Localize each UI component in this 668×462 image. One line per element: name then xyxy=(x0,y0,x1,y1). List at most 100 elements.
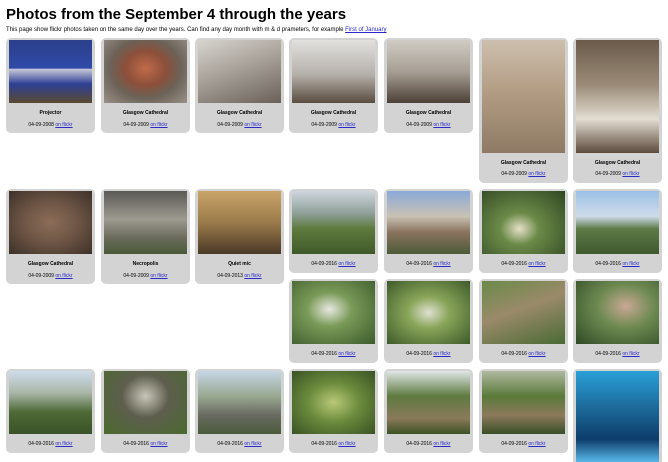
flickr-link[interactable]: on flickr xyxy=(433,441,450,447)
photo-title: Glasgow Cathedral xyxy=(310,110,357,116)
photo-meta: 04-09-2016 on flickr xyxy=(573,261,662,267)
photo-date: 04-09-2013 xyxy=(217,273,243,279)
photo-image[interactable] xyxy=(9,191,92,254)
first-of-january-link[interactable]: First of January xyxy=(345,27,386,33)
flickr-link[interactable]: on flickr xyxy=(244,441,261,447)
photo-meta: 04-09-2016 on flickr xyxy=(479,351,568,357)
photo-date: 04-09-2016 xyxy=(311,441,337,447)
photo-meta: 04-09-2016 on flickr xyxy=(384,441,473,447)
photo-card: 04-09-2016 on flickr xyxy=(289,189,378,273)
photo-meta: 04-09-2016 on flickr xyxy=(289,261,378,267)
photo-image[interactable] xyxy=(104,191,187,254)
photo-card: Glasgow Cathedral 04-09-2009 on flickr xyxy=(195,38,284,133)
flickr-link[interactable]: on flickr xyxy=(55,273,72,279)
flickr-link[interactable]: on flickr xyxy=(528,441,545,447)
photo-date: 04-09-2016 xyxy=(28,441,54,447)
flickr-link[interactable]: on flickr xyxy=(55,122,72,128)
flickr-link[interactable]: on flickr xyxy=(528,171,545,177)
photo-meta: 04-09-2016 on flickr xyxy=(289,441,378,447)
photo-image[interactable] xyxy=(576,191,659,254)
flickr-link[interactable]: on flickr xyxy=(622,261,639,267)
photo-image[interactable] xyxy=(198,40,281,103)
photo-card: 04-09-2016 on flickr xyxy=(479,279,568,363)
photo-image[interactable] xyxy=(387,281,470,344)
photo-image[interactable] xyxy=(292,281,375,344)
photo-image[interactable] xyxy=(482,371,565,434)
photo-date: 04-09-2009 xyxy=(406,122,432,128)
photo-image[interactable] xyxy=(292,191,375,254)
photo-image[interactable] xyxy=(387,191,470,254)
photo-card: Projector 04-09-2008 on flickr xyxy=(6,38,95,133)
flickr-link[interactable]: on flickr xyxy=(244,122,261,128)
flickr-link[interactable]: on flickr xyxy=(528,261,545,267)
flickr-link[interactable]: on flickr xyxy=(338,351,355,357)
photo-card: 04-09-2016 on flickr xyxy=(384,279,473,363)
photo-card: Glasgow Cathedral 04-09-2009 on flickr xyxy=(384,38,473,133)
photo-card: Glasgow Cathedral 04-09-2009 on flickr xyxy=(289,38,378,133)
flickr-link[interactable]: on flickr xyxy=(150,441,167,447)
flickr-link[interactable]: on flickr xyxy=(244,273,261,279)
flickr-link[interactable]: on flickr xyxy=(622,171,639,177)
photo-title: Projector xyxy=(39,110,62,116)
photo-meta: 04-09-2016 on flickr xyxy=(101,441,190,447)
photo-image[interactable] xyxy=(387,40,470,103)
photo-date: 04-09-2016 xyxy=(311,351,337,357)
photo-date: 04-09-2016 xyxy=(595,351,621,357)
flickr-link[interactable]: on flickr xyxy=(338,122,355,128)
flickr-link[interactable]: on flickr xyxy=(338,261,355,267)
photo-image[interactable] xyxy=(482,191,565,254)
photo-card: Necropolis 04-09-2009 on flickr xyxy=(101,189,190,284)
photo-image[interactable] xyxy=(292,40,375,103)
photo-meta: 04-09-2009 on flickr xyxy=(6,273,95,279)
photo-image[interactable] xyxy=(387,371,470,434)
photo-title: Glasgow Cathedral xyxy=(405,110,452,116)
photo-image[interactable] xyxy=(576,371,659,462)
photo-image[interactable] xyxy=(482,40,565,153)
photo-date: 04-09-2009 xyxy=(123,122,149,128)
photo-meta: 04-09-2009 on flickr xyxy=(573,171,662,177)
flickr-link[interactable]: on flickr xyxy=(150,122,167,128)
photo-date: 04-09-2016 xyxy=(501,441,527,447)
photo-title: Glasgow Cathedral xyxy=(594,160,641,166)
photo-meta: 04-09-2016 on flickr xyxy=(479,441,568,447)
flickr-link[interactable]: on flickr xyxy=(338,441,355,447)
photo-meta: 04-09-2016 on flickr xyxy=(384,261,473,267)
photo-date: 04-09-2009 xyxy=(217,122,243,128)
flickr-link[interactable]: on flickr xyxy=(528,351,545,357)
photo-date: 04-09-2008 xyxy=(28,122,54,128)
photo-title: Necropolis xyxy=(132,261,159,267)
photo-date: 04-09-2009 xyxy=(28,273,54,279)
flickr-link[interactable]: on flickr xyxy=(433,351,450,357)
flickr-link[interactable]: on flickr xyxy=(433,122,450,128)
photo-image[interactable] xyxy=(9,371,92,434)
photo-card: Quiet mic 04-09-2013 on flickr xyxy=(195,189,284,284)
photo-title: Quiet mic xyxy=(228,261,251,267)
photo-image[interactable] xyxy=(576,40,659,153)
flickr-link[interactable]: on flickr xyxy=(433,261,450,267)
photo-image[interactable] xyxy=(104,40,187,103)
photo-date: 04-09-2009 xyxy=(123,273,149,279)
photo-meta: 04-09-2009 on flickr xyxy=(384,122,473,128)
photo-date: 04-09-2016 xyxy=(406,441,432,447)
photo-meta: 04-09-2016 on flickr xyxy=(195,441,284,447)
photo-meta: 04-09-2009 on flickr xyxy=(289,122,378,128)
flickr-link[interactable]: on flickr xyxy=(55,441,72,447)
photo-meta: 04-09-2016 on flickr xyxy=(384,351,473,357)
photo-card: 04-09-2016 on flickr xyxy=(384,369,473,453)
photo-card: 04-09-2016 on flickr xyxy=(195,369,284,453)
photo-image[interactable] xyxy=(482,281,565,344)
photo-meta: 04-09-2016 on flickr xyxy=(573,351,662,357)
flickr-link[interactable]: on flickr xyxy=(622,351,639,357)
photo-image[interactable] xyxy=(198,371,281,434)
photo-meta: 04-09-2013 on flickr xyxy=(195,273,284,279)
photo-image[interactable] xyxy=(104,371,187,434)
photo-title: Glasgow Cathedral xyxy=(122,110,169,116)
intro-description: This page show flickr photos taken on th… xyxy=(6,27,346,33)
photo-image[interactable] xyxy=(198,191,281,254)
photo-image[interactable] xyxy=(576,281,659,344)
intro-text: This page show flickr photos taken on th… xyxy=(6,27,387,33)
flickr-link[interactable]: on flickr xyxy=(150,273,167,279)
photo-image[interactable] xyxy=(9,40,92,103)
photo-image[interactable] xyxy=(292,371,375,434)
photo-date: 04-09-2016 xyxy=(501,351,527,357)
